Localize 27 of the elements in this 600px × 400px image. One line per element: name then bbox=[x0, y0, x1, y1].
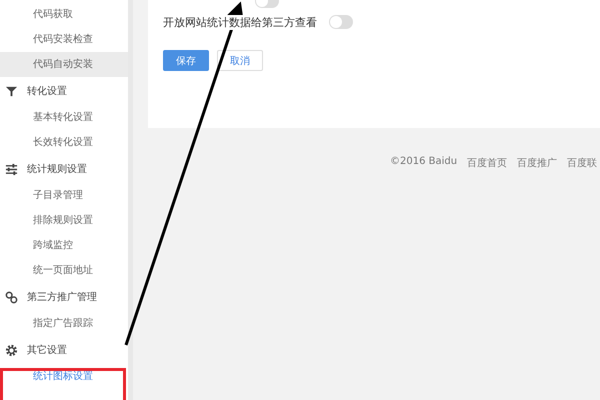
sidebar-group-label[interactable]: 转化设置 bbox=[27, 84, 67, 98]
footer-link[interactable]: 百度推广 bbox=[517, 156, 558, 170]
sidebar-item[interactable]: 排除规则设置 bbox=[0, 208, 128, 233]
sidebar-item[interactable]: 长效转化设置 bbox=[0, 130, 128, 155]
sidebar-item[interactable]: 基本转化设置 bbox=[0, 105, 128, 130]
sidebar-item[interactable]: 子目录管理 bbox=[0, 183, 128, 208]
setting-label: 开放网站统计数据给第三方查看 bbox=[163, 14, 317, 30]
sidebar-item[interactable]: 统一页面地址 bbox=[0, 258, 128, 283]
save-button[interactable]: 保存 bbox=[163, 50, 209, 71]
sidebar-item[interactable]: 指定广告跟踪 bbox=[0, 311, 128, 336]
sidebar-item[interactable]: 跨域监控 bbox=[0, 233, 128, 258]
footer-link[interactable]: 百度联 bbox=[567, 156, 598, 170]
sidebar-group-label[interactable]: 第三方推广管理 bbox=[27, 290, 97, 304]
sliders-icon bbox=[5, 162, 18, 176]
cancel-button[interactable]: 取消 bbox=[217, 50, 263, 71]
link-icon bbox=[5, 290, 18, 304]
sidebar-item[interactable]: 代码获取 bbox=[0, 2, 128, 27]
copyright-text: ©2016 Baidu bbox=[390, 156, 458, 169]
toggle-switch[interactable] bbox=[329, 15, 353, 29]
footer-link[interactable]: 百度首页 bbox=[467, 156, 508, 170]
sidebar-item[interactable]: 代码安装检查 bbox=[0, 27, 128, 52]
sidebar-item[interactable]: 代码自动安装 bbox=[0, 52, 128, 77]
gear-icon bbox=[5, 344, 18, 356]
funnel-icon bbox=[5, 84, 18, 98]
sidebar-group-label[interactable]: 其它设置 bbox=[27, 343, 67, 357]
sidebar-item[interactable]: 统计图标设置 bbox=[0, 364, 128, 389]
sidebar-group-label[interactable]: 统计规则设置 bbox=[27, 162, 87, 176]
